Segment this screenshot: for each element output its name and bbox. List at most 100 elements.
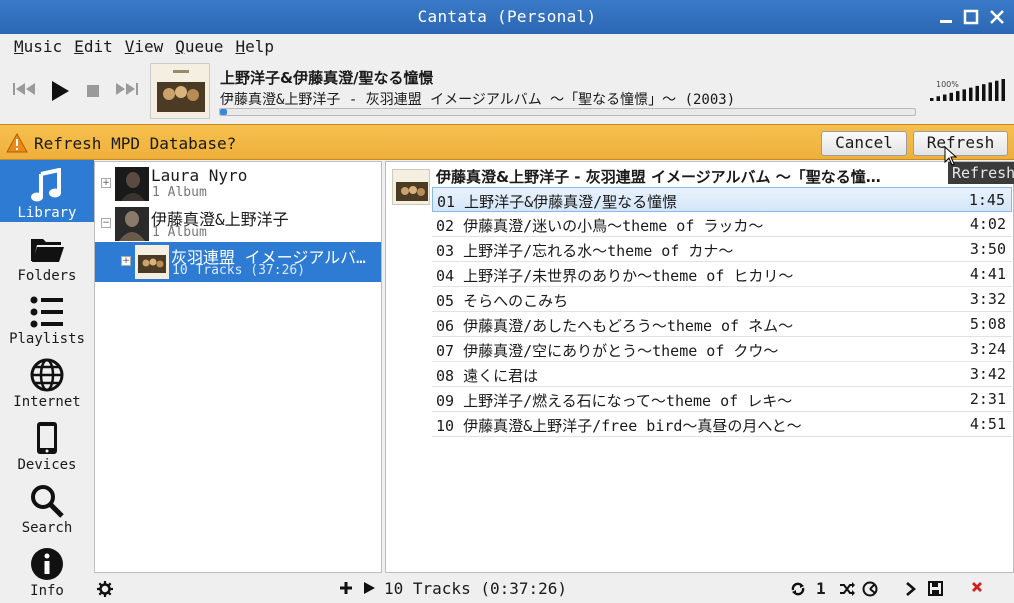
track-row[interactable]: 08 遠くに君は 3:42 bbox=[432, 362, 1012, 387]
volume-bar bbox=[943, 94, 947, 101]
save-icon[interactable] bbox=[928, 581, 943, 596]
search-icon bbox=[31, 485, 64, 518]
artist-name: Laura Nyro bbox=[151, 166, 248, 185]
next-track-button[interactable] bbox=[113, 80, 139, 102]
track-row[interactable]: 03 上野洋子/忘れる水～theme of カナ～ 3:50 bbox=[432, 237, 1012, 262]
gear-icon[interactable] bbox=[97, 581, 113, 597]
track-duration: 2:31 bbox=[969, 390, 1006, 408]
expand-toggle[interactable]: + bbox=[101, 178, 111, 188]
track-row[interactable]: 10 伊藤真澄&上野洋子/free bird～真昼の月へと～ 4:51 bbox=[432, 412, 1012, 437]
sidebar-item-folders[interactable]: Folders bbox=[0, 223, 94, 285]
album-art-icon bbox=[151, 64, 209, 118]
single-mode-toggle[interactable]: 1 bbox=[816, 579, 826, 598]
consume-icon[interactable] bbox=[862, 581, 878, 597]
track-row[interactable]: 09 上野洋子/燃える石になって～theme of レキ～ 2:31 bbox=[432, 387, 1012, 412]
play-icon bbox=[52, 81, 69, 101]
add-icon[interactable] bbox=[339, 581, 353, 595]
status-bar: 10 Tracks (0:37:26) 1 bbox=[0, 575, 1014, 603]
volume-bar bbox=[962, 89, 966, 101]
track-title: 03 上野洋子/忘れる水～theme of カナ～ bbox=[436, 242, 734, 260]
menu-edit[interactable]: Edit bbox=[68, 34, 119, 60]
repeat-icon[interactable] bbox=[790, 581, 806, 597]
tree-item-album[interactable]: + 灰羽連盟 イメージアルバ… 10 Tracks (37:26) bbox=[95, 242, 381, 282]
refresh-message: Refresh MPD Database? bbox=[34, 134, 237, 153]
skip-forward-icon bbox=[116, 83, 138, 95]
track-progress-slider[interactable] bbox=[219, 108, 916, 116]
minimize-button[interactable] bbox=[937, 8, 955, 26]
skip-back-icon bbox=[13, 83, 35, 95]
track-title: 02 伊藤真澄/迷いの小鳥～theme of ラッカ～ bbox=[436, 217, 764, 235]
volume-bar bbox=[975, 85, 979, 101]
clear-queue-icon[interactable] bbox=[971, 581, 983, 593]
shuffle-icon[interactable] bbox=[839, 581, 855, 597]
cancel-button[interactable]: Cancel bbox=[821, 131, 907, 156]
sidebar-item-library[interactable]: Library bbox=[0, 160, 94, 222]
menu-music[interactable]: Music bbox=[8, 34, 68, 60]
track-row[interactable]: 07 伊藤真澄/空にありがとう～theme of クウ～ 3:24 bbox=[432, 337, 1012, 362]
volume-bar bbox=[988, 82, 992, 101]
sidebar-item-label: Library bbox=[17, 205, 77, 221]
maximize-button[interactable] bbox=[962, 8, 980, 26]
minimize-icon bbox=[940, 20, 952, 23]
list-icon bbox=[30, 296, 63, 328]
play-icon[interactable] bbox=[362, 581, 376, 595]
folder-icon bbox=[31, 239, 64, 262]
stop-button[interactable] bbox=[86, 84, 100, 102]
tree-item-artist[interactable]: − 伊藤真澄&上野洋子 1 Album bbox=[95, 204, 381, 244]
album-title: 伊藤真澄&上野洋子 - 灰羽連盟 イメージアルバム ～「聖なる憧… bbox=[436, 168, 881, 186]
phone-icon bbox=[37, 422, 57, 454]
close-button[interactable] bbox=[988, 8, 1006, 26]
track-title: 05 そらへのこみち bbox=[436, 292, 569, 310]
stop-icon bbox=[87, 85, 99, 97]
album-count: 1 Album bbox=[152, 225, 207, 240]
track-row[interactable]: 02 伊藤真澄/迷いの小鳥～theme of ラッカ～ 4:02 bbox=[432, 212, 1012, 237]
menu-view[interactable]: View bbox=[119, 34, 170, 60]
track-row[interactable]: 05 そらへのこみち 3:32 bbox=[432, 287, 1012, 312]
album-count: 1 Album bbox=[152, 185, 207, 200]
volume-bar bbox=[936, 96, 940, 101]
volume-control[interactable] bbox=[928, 78, 1008, 102]
menu-help[interactable]: Help bbox=[229, 34, 280, 60]
album-art-icon bbox=[393, 170, 429, 204]
track-title: 09 上野洋子/燃える石になって～theme of レキ～ bbox=[436, 392, 793, 410]
expand-toggle[interactable]: + bbox=[121, 256, 131, 266]
track-duration: 4:02 bbox=[969, 215, 1006, 233]
app-window: Cantata (Personal) Music Edit View Queue… bbox=[0, 0, 1014, 603]
sidebar: Library Folders Playlists Internet Devic… bbox=[0, 160, 94, 603]
play-button[interactable] bbox=[50, 80, 70, 106]
track-duration: 5:08 bbox=[969, 315, 1006, 333]
refresh-button[interactable]: Refresh bbox=[913, 131, 1008, 156]
album-cover bbox=[135, 245, 169, 279]
maximize-icon bbox=[963, 9, 979, 25]
track-list: 伊藤真澄&上野洋子 - 灰羽連盟 イメージアルバム ～「聖なる憧… 01 上野洋… bbox=[385, 161, 1014, 573]
volume-bar bbox=[949, 92, 953, 101]
volume-bar bbox=[969, 87, 973, 101]
track-duration: 3:32 bbox=[969, 290, 1006, 308]
volume-bar bbox=[995, 80, 999, 101]
track-title: 07 伊藤真澄/空にありがとう～theme of クウ～ bbox=[436, 342, 779, 360]
track-row[interactable]: 04 上野洋子/未世界のありか～theme of ヒカリ～ 4:41 bbox=[432, 262, 1012, 287]
sidebar-item-internet[interactable]: Internet bbox=[0, 349, 94, 411]
track-row[interactable]: 06 伊藤真澄/あしたへもどろう～theme of ネム～ 5:08 bbox=[432, 312, 1012, 337]
warning-icon bbox=[6, 133, 28, 153]
track-duration: 4:41 bbox=[969, 265, 1006, 283]
track-title: 06 伊藤真澄/あしたへもどろう～theme of ネム～ bbox=[436, 317, 794, 335]
sidebar-item-label: Folders bbox=[17, 268, 77, 284]
album-header-cover bbox=[392, 169, 430, 205]
sidebar-item-search[interactable]: Search bbox=[0, 475, 94, 537]
tree-item-artist[interactable]: + Laura Nyro 1 Album bbox=[95, 164, 381, 204]
track-title: 01 上野洋子&伊藤真澄/聖なる憧憬 bbox=[437, 193, 678, 211]
volume-bar bbox=[956, 91, 960, 101]
album-header: 伊藤真澄&上野洋子 - 灰羽連盟 イメージアルバム ～「聖なる憧… bbox=[386, 162, 1013, 188]
now-playing-cover[interactable] bbox=[150, 63, 210, 119]
chevron-right-icon[interactable] bbox=[904, 581, 918, 597]
menu-queue[interactable]: Queue bbox=[169, 34, 229, 60]
sidebar-item-devices[interactable]: Devices bbox=[0, 412, 94, 474]
sidebar-item-playlists[interactable]: Playlists bbox=[0, 286, 94, 348]
mouse-cursor-icon bbox=[944, 146, 958, 166]
globe-icon bbox=[30, 358, 64, 392]
collapse-toggle[interactable]: − bbox=[101, 218, 111, 228]
previous-track-button[interactable] bbox=[12, 80, 38, 102]
track-row[interactable]: 01 上野洋子&伊藤真澄/聖なる憧憬 1:45 bbox=[432, 187, 1012, 212]
track-title: 10 伊藤真澄&上野洋子/free bird～真昼の月へと～ bbox=[436, 417, 802, 435]
